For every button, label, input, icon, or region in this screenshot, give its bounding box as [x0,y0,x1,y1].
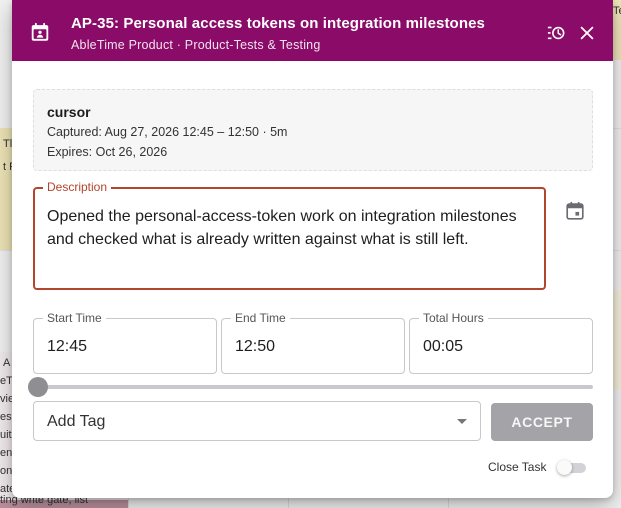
time-slider-thumb[interactable] [28,377,48,397]
dialog-subtitle: AbleTime Product · Product-Tests & Testi… [71,38,321,52]
add-tag-select[interactable]: Add Tag [33,401,481,441]
description-input[interactable]: Opened the personal-access-token work on… [47,205,532,251]
capture-info-card: cursor Captured: Aug 27, 2026 12:45 – 12… [33,89,593,171]
start-time-field[interactable]: Start Time 12:45 [33,311,217,374]
description-field[interactable]: Description Opened the personal-access-t… [33,180,546,290]
history-clock-icon[interactable] [547,24,565,42]
calendar-icon[interactable] [564,200,586,222]
close-icon[interactable] [578,24,596,42]
event-snippet: Tl [3,138,13,150]
end-time-input[interactable]: 12:50 [235,338,275,356]
dropdown-caret-icon [457,419,467,424]
total-hours-input[interactable]: 00:05 [423,338,463,356]
total-hours-label: Total Hours [419,311,488,325]
add-tag-placeholder: Add Tag [47,413,106,430]
expires-date: Expires: Oct 26, 2026 [47,145,168,159]
event-snippet: on [0,465,13,477]
start-time-input[interactable]: 12:45 [47,338,87,356]
end-time-field[interactable]: End Time 12:50 [221,311,405,374]
capture-source: cursor [47,104,91,120]
close-task-label: Close Task [488,460,547,474]
calendar-badge-icon [31,22,49,41]
description-label: Description [43,180,112,194]
dialog-title: AP-35: Personal access tokens on integra… [71,15,485,32]
time-slider-track[interactable] [38,385,593,389]
total-hours-field[interactable]: Total Hours 00:05 [409,311,593,374]
close-task-toggle-thumb[interactable] [557,460,572,475]
dialog-header: AP-35: Personal access tokens on integra… [12,0,613,61]
accept-button[interactable]: ACCEPT [491,403,593,441]
captured-range: Captured: Aug 27, 2026 12:45 – 12:50 · 5… [47,125,288,139]
event-snippet: A [3,357,11,369]
event-snippet: Te [613,5,621,17]
time-entry-dialog: AP-35: Personal access tokens on integra… [12,0,613,498]
start-time-label: Start Time [43,311,106,325]
end-time-label: End Time [231,311,290,325]
